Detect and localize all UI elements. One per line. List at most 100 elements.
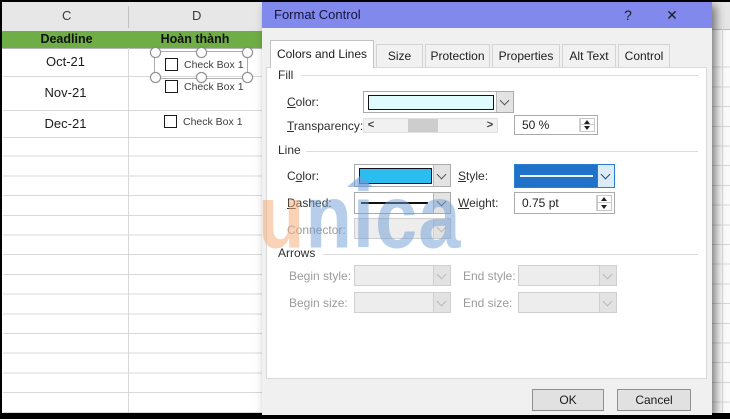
cell-dec-21[interactable]: Dec-21 — [3, 116, 128, 131]
selection-handle[interactable] — [150, 72, 161, 83]
chevron-down-icon — [600, 169, 611, 180]
transparency-scrollbar[interactable]: < > — [363, 118, 498, 133]
transparency-label: Transparency: — [287, 119, 364, 133]
end-size-dropdown — [518, 292, 617, 313]
fill-section-label: Fill — [276, 68, 296, 82]
empty-rows-grid — [3, 137, 262, 413]
line-section-label: Line — [276, 143, 303, 157]
cancel-button[interactable]: Cancel — [617, 389, 691, 411]
selection-handle[interactable] — [196, 72, 207, 83]
line-style-dropdown[interactable] — [514, 164, 615, 188]
section-rule — [323, 254, 698, 255]
arrow-down-icon — [584, 126, 590, 130]
section-rule — [306, 151, 698, 152]
tab-alt-text[interactable]: Alt Text — [562, 44, 616, 67]
help-button[interactable]: ? — [616, 6, 640, 24]
spin-buttons — [579, 118, 595, 132]
format-control-dialog: Format Control ? ✕ Colors and Lines Size… — [262, 2, 712, 415]
spin-down-button[interactable] — [580, 125, 595, 132]
chevron-down-icon — [436, 269, 447, 279]
table-header-row: Deadline Hoàn thành — [2, 31, 262, 49]
checkbox-3-label[interactable]: Check Box 1 — [183, 116, 243, 128]
dashed-dropdown[interactable] — [354, 192, 451, 214]
chevron-down-icon — [602, 269, 613, 279]
spin-up-button[interactable] — [597, 195, 612, 203]
empty-rows-grid — [712, 48, 730, 413]
checkbox-3-box[interactable] — [164, 115, 177, 128]
chevron-down-icon — [602, 296, 613, 306]
dropdown-button — [433, 293, 450, 312]
ok-button[interactable]: OK — [532, 389, 604, 411]
gridline — [3, 110, 262, 111]
arrows-section-label: Arrows — [276, 246, 318, 260]
selection-handle[interactable] — [196, 47, 207, 58]
cell-nov-21[interactable]: Nov-21 — [3, 85, 128, 100]
weight-value: 0.75 pt — [522, 196, 559, 210]
connector-label: Connector: — [287, 223, 346, 237]
spin-up-button[interactable] — [580, 118, 595, 125]
tab-size[interactable]: Size — [376, 44, 423, 67]
dialog-titlebar[interactable]: Format Control ? ✕ — [262, 2, 712, 28]
selection-handle[interactable] — [242, 72, 253, 83]
tab-protection[interactable]: Protection — [425, 44, 490, 67]
dropdown-button[interactable] — [597, 165, 614, 187]
spin-down-button[interactable] — [597, 203, 612, 211]
sheet-right-sliver — [712, 2, 730, 413]
checkbox-1-label[interactable]: Check Box 1 — [184, 59, 244, 71]
colors-and-lines-panel: Fill Color: Transparency: < > 50 % Line … — [266, 67, 707, 379]
scrollbar-thumb[interactable] — [408, 119, 438, 132]
checkbox-1-box[interactable] — [165, 58, 178, 71]
transparency-spinner[interactable]: 50 % — [514, 115, 598, 135]
begin-style-label: Begin style: — [289, 269, 352, 283]
dashed-label: Dashed: — [287, 196, 332, 210]
selection-handle[interactable] — [150, 47, 161, 58]
fill-color-swatch — [368, 95, 494, 110]
end-style-dropdown — [518, 265, 617, 286]
end-size-label: End size: — [463, 296, 513, 310]
scroll-right-icon[interactable]: > — [483, 119, 497, 132]
tab-control[interactable]: Control — [618, 44, 670, 67]
transparency-value: 50 % — [522, 118, 550, 132]
column-header-partial — [712, 2, 730, 30]
checkbox-2-label[interactable]: Check Box 1 — [184, 81, 244, 93]
line-color-label: Color: — [287, 169, 320, 183]
line-style-label: Style: — [458, 169, 489, 183]
column-header-c[interactable]: C — [62, 8, 71, 23]
dropdown-button[interactable] — [433, 193, 450, 213]
line-style-sample — [520, 175, 593, 177]
connector-dropdown — [354, 218, 451, 239]
end-style-label: End style: — [463, 269, 516, 283]
gridline — [128, 48, 129, 413]
cell-oct-21[interactable]: Oct-21 — [3, 54, 128, 69]
chevron-down-icon — [436, 222, 447, 232]
dashed-line-sample — [361, 201, 428, 204]
spin-buttons — [596, 195, 612, 211]
weight-spinner[interactable]: 0.75 pt — [514, 192, 615, 214]
line-color-swatch — [359, 168, 432, 184]
dropdown-button[interactable] — [433, 165, 450, 186]
line-color-dropdown[interactable] — [354, 164, 451, 187]
scroll-left-icon[interactable]: < — [364, 119, 378, 132]
dropdown-button[interactable] — [496, 92, 513, 112]
fill-color-label: Color: — [287, 95, 320, 109]
header-cell-hoan-thanh[interactable]: Hoàn thành — [128, 32, 262, 46]
dropdown-button — [599, 266, 616, 285]
dropdown-button — [599, 293, 616, 312]
tab-colors-and-lines[interactable]: Colors and Lines — [270, 40, 374, 68]
dialog-title: Format Control — [274, 7, 361, 22]
close-icon[interactable]: ✕ — [660, 6, 684, 24]
header-cell-deadline[interactable]: Deadline — [5, 32, 128, 46]
fill-color-dropdown[interactable] — [363, 91, 514, 113]
weight-label: Weight: — [458, 196, 499, 210]
arrow-up-icon — [584, 119, 590, 124]
column-header-row: C D — [2, 2, 262, 32]
selection-handle[interactable] — [242, 47, 253, 58]
checkbox-2-box[interactable] — [165, 80, 178, 93]
line-style-preview — [515, 165, 598, 187]
section-rule — [301, 75, 698, 76]
column-header-d[interactable]: D — [192, 8, 201, 23]
begin-size-dropdown — [354, 292, 451, 313]
arrow-down-icon — [601, 204, 607, 209]
tab-properties[interactable]: Properties — [492, 44, 560, 67]
dropdown-button — [433, 219, 450, 238]
